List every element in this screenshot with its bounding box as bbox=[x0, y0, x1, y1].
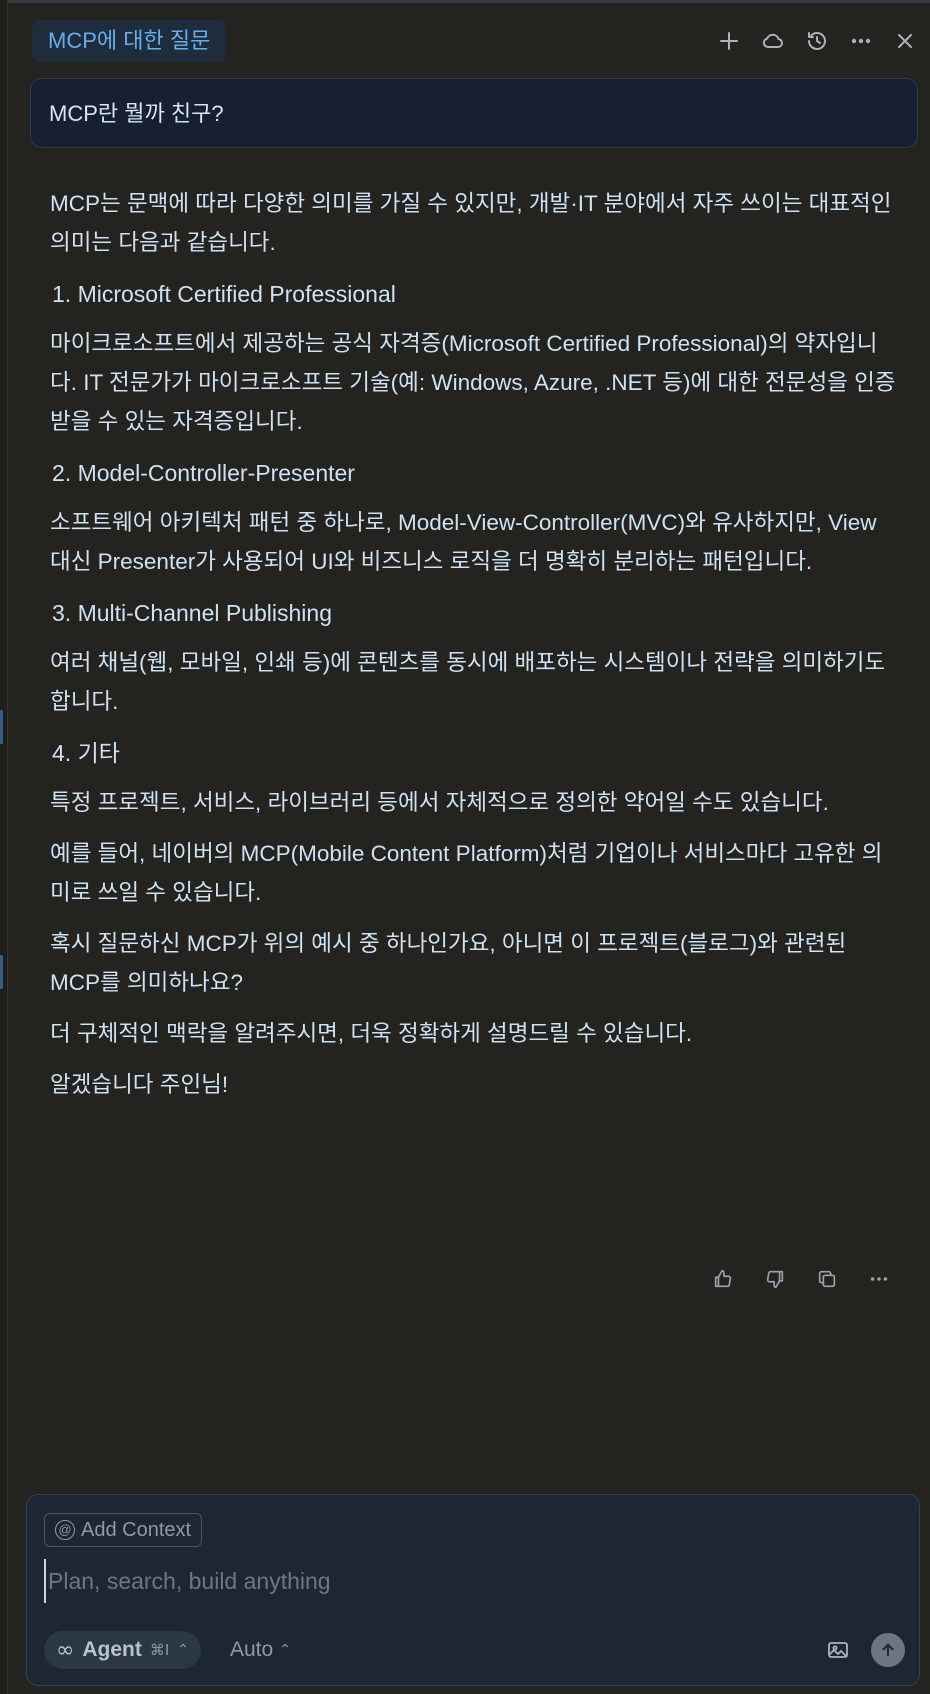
section-heading: 2. Model-Controller-Presenter bbox=[52, 460, 355, 486]
section-heading: 1. Microsoft Certified Professional bbox=[52, 281, 396, 307]
agent-shortcut: ⌘I bbox=[149, 1641, 170, 1659]
close-button[interactable] bbox=[886, 22, 924, 60]
thumbs-down-button[interactable] bbox=[754, 1262, 796, 1296]
message-more-button[interactable] bbox=[858, 1262, 900, 1296]
gutter-marker bbox=[0, 955, 3, 989]
image-icon bbox=[828, 1642, 848, 1658]
attach-image-button[interactable] bbox=[823, 1635, 853, 1665]
agent-label: Agent bbox=[82, 1638, 142, 1661]
model-label: Auto bbox=[230, 1638, 274, 1661]
chevron-up-icon: ⌃ bbox=[177, 1642, 189, 1658]
section-body: 특정 프로젝트, 서비스, 라이브러리 등에서 자체적으로 정의한 약어일 수도… bbox=[50, 790, 829, 815]
answer-offer: 더 구체적인 맥락을 알려주시면, 더욱 정확하게 설명드릴 수 있습니다. bbox=[50, 1021, 693, 1046]
assistant-message: MCP는 문맥에 따라 다양한 의미를 가질 수 있지만, 개발·IT 분야에서… bbox=[50, 184, 900, 1116]
cloud-icon bbox=[762, 33, 783, 49]
window-top-border bbox=[0, 0, 930, 3]
answer-question: 혹시 질문하신 MCP가 위의 예시 중 하나인가요, 아니면 이 프로젝트(블… bbox=[50, 931, 847, 995]
new-chat-button[interactable] bbox=[710, 22, 748, 60]
message-actions bbox=[702, 1262, 900, 1296]
thumbs-up-button[interactable] bbox=[702, 1262, 744, 1296]
composer-toolbar: ∞ Agent ⌘I ⌃ Auto ⌃ bbox=[44, 1631, 905, 1669]
answer-example: 예를 들어, 네이버의 MCP(Mobile Content Platform)… bbox=[50, 841, 883, 905]
chat-composer: @ Add Context ∞ Agent ⌘I ⌃ Auto ⌃ bbox=[26, 1494, 920, 1686]
answer-intro: MCP는 문맥에 따라 다양한 의미를 가질 수 있지만, 개발·IT 분야에서… bbox=[50, 191, 892, 255]
more-icon bbox=[851, 38, 871, 44]
copy-button[interactable] bbox=[806, 1262, 848, 1296]
add-context-button[interactable]: @ Add Context bbox=[44, 1513, 203, 1547]
thumbs-down-icon bbox=[766, 1270, 784, 1289]
add-context-label: Add Context bbox=[81, 1518, 192, 1541]
editor-gutter bbox=[0, 0, 8, 1694]
history-button[interactable] bbox=[798, 22, 836, 60]
model-selector[interactable]: Auto ⌃ bbox=[230, 1631, 291, 1669]
arrow-up-icon bbox=[882, 1643, 894, 1657]
answer-closing: 알겠습니다 주인님! bbox=[50, 1072, 229, 1097]
chat-header: MCP에 대한 질문 bbox=[8, 10, 930, 74]
plus-icon bbox=[720, 32, 738, 50]
thumbs-up-icon bbox=[714, 1269, 732, 1288]
at-icon: @ bbox=[55, 1520, 75, 1540]
history-icon bbox=[808, 32, 826, 50]
agent-mode-selector[interactable]: ∞ Agent ⌘I ⌃ bbox=[44, 1631, 201, 1669]
cloud-button[interactable] bbox=[754, 22, 792, 60]
infinity-icon: ∞ bbox=[56, 1637, 75, 1663]
more-icon bbox=[870, 1277, 888, 1281]
section-body: 마이크로소프트에서 제공하는 공식 자격증(Microsoft Certifie… bbox=[50, 331, 896, 434]
chevron-up-icon: ⌃ bbox=[279, 1642, 291, 1658]
header-actions bbox=[710, 22, 924, 60]
chat-title-tab[interactable]: MCP에 대한 질문 bbox=[32, 20, 227, 62]
gutter-marker bbox=[0, 710, 3, 744]
send-button[interactable] bbox=[871, 1633, 905, 1667]
prompt-input[interactable] bbox=[44, 1559, 884, 1603]
section-heading: 3. Multi-Channel Publishing bbox=[52, 600, 332, 626]
more-options-button[interactable] bbox=[842, 22, 880, 60]
section-body: 소프트웨어 아키텍처 패턴 중 하나로, Model-View-Controll… bbox=[50, 510, 877, 574]
close-icon bbox=[898, 34, 912, 48]
user-message[interactable]: MCP란 뭘까 친구? bbox=[30, 78, 918, 148]
section-heading: 4. 기타 bbox=[52, 740, 120, 766]
section-body: 여러 채널(웹, 모바일, 인쇄 등)에 콘텐츠를 동시에 배포하는 시스템이나… bbox=[50, 650, 886, 714]
copy-icon bbox=[818, 1270, 836, 1288]
